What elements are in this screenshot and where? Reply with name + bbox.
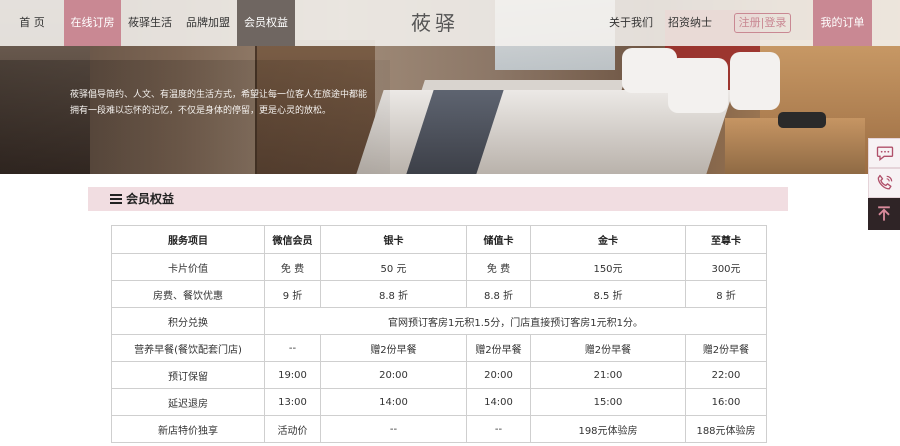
table-cell: 积分兑换 [111, 307, 265, 335]
table-cell: 21:00 [530, 361, 686, 389]
table-cell: 预订保留 [111, 361, 265, 389]
nav-franchise[interactable]: 品牌加盟 [179, 0, 237, 46]
side-float-toolbar [868, 138, 900, 230]
table-cell: 20:00 [466, 361, 531, 389]
table-cell: -- [320, 415, 467, 443]
chat-icon [876, 146, 893, 162]
table-cell: 赠2份早餐 [685, 334, 767, 362]
table-cell: 8 折 [685, 280, 767, 308]
table-cell: 188元体验房 [685, 415, 767, 443]
table-row: 营养早餐(餐饮配套门店) -- 赠2份早餐 赠2份早餐 赠2份早餐 赠2份早餐 [111, 334, 767, 362]
back-to-top-button[interactable] [868, 198, 900, 230]
table-cell: 13:00 [264, 388, 321, 416]
table-cell: 8.5 折 [530, 280, 686, 308]
table-cell: 14:00 [320, 388, 467, 416]
table-header-row: 服务项目 微信会员 银卡 储值卡 金卡 至尊卡 [111, 225, 767, 254]
table-cell: 50 元 [320, 253, 467, 281]
table-cell: -- [264, 334, 321, 362]
table-row: 房费、餐饮优惠 9 折 8.8 折 8.8 折 8.5 折 8 折 [111, 280, 767, 308]
table-cell: 赠2份早餐 [530, 334, 686, 362]
table-cell-merged: 官网预订客房1元积1.5分，门店直接预订客房1元积1分。 [264, 307, 767, 335]
table-cell: 活动价 [264, 415, 321, 443]
table-cell: 15:00 [530, 388, 686, 416]
table-cell: 150元 [530, 253, 686, 281]
brand-logo[interactable]: 莜驿 [380, 2, 490, 44]
table-cell: 198元体验房 [530, 415, 686, 443]
hero-tagline: 莜驿倡导简约、人文、有温度的生活方式，希望让每一位客人在旅途中都能 拥有一段难以… [70, 87, 370, 119]
hero-pillow [730, 52, 780, 110]
nav-home[interactable]: 首 页 [0, 0, 64, 46]
table-cell: 免 费 [264, 253, 321, 281]
nav-online-booking[interactable]: 在线订房 [64, 0, 121, 46]
table-row: 预订保留 19:00 20:00 20:00 21:00 22:00 [111, 361, 767, 389]
table-row: 积分兑换 官网预订客房1元积1.5分，门店直接预订客房1元积1分。 [111, 307, 767, 335]
table-cell: 免 费 [466, 253, 531, 281]
table-cell: 营养早餐(餐饮配套门店) [111, 334, 265, 362]
table-cell: 房费、餐饮优惠 [111, 280, 265, 308]
column-header: 微信会员 [264, 225, 321, 254]
column-header: 银卡 [320, 225, 467, 254]
table-cell: 赠2份早餐 [466, 334, 531, 362]
section-title: 会员权益 [126, 192, 175, 206]
section-header: 会员权益 [88, 187, 788, 211]
phone-contact-button[interactable] [868, 168, 900, 198]
brand-logo-text: 莜驿 [411, 11, 459, 35]
table-cell: 8.8 折 [320, 280, 467, 308]
table-cell: 延迟退房 [111, 388, 265, 416]
table-cell: 300元 [685, 253, 767, 281]
hero-telephone [778, 112, 826, 128]
table-cell: 20:00 [320, 361, 467, 389]
table-cell: 卡片价值 [111, 253, 265, 281]
hero-tagline-line1: 莜驿倡导简约、人文、有温度的生活方式，希望让每一位客人在旅途中都能 [70, 90, 368, 100]
hero-tagline-line2: 拥有一段难以忘怀的记忆，不仅是身体的停留，更是心灵的放松。 [70, 106, 332, 116]
list-icon [110, 194, 122, 204]
nav-investment[interactable]: 招资纳士 [660, 0, 720, 46]
hero-pillow [668, 58, 728, 113]
online-chat-button[interactable] [868, 138, 900, 168]
column-header: 至尊卡 [685, 225, 767, 254]
back-to-top-icon [878, 206, 890, 221]
table-row: 延迟退房 13:00 14:00 14:00 15:00 16:00 [111, 388, 767, 416]
member-benefits-table: 服务项目 微信会员 银卡 储值卡 金卡 至尊卡 卡片价值 免 费 50 元 免 … [111, 225, 767, 443]
table-cell: 16:00 [685, 388, 767, 416]
phone-icon [877, 174, 892, 190]
table-cell: 新店特价独享 [111, 415, 265, 443]
nav-about[interactable]: 关于我们 [604, 0, 658, 46]
nav-my-orders[interactable]: 我的订单 [813, 0, 872, 46]
table-row: 新店特价独享 活动价 -- -- 198元体验房 188元体验房 [111, 415, 767, 443]
column-header: 金卡 [530, 225, 686, 254]
nav-living[interactable]: 莜驿生活 [121, 0, 179, 46]
table-cell: 9 折 [264, 280, 321, 308]
table-cell: 19:00 [264, 361, 321, 389]
table-cell: -- [466, 415, 531, 443]
column-header: 储值卡 [466, 225, 531, 254]
register-login-button[interactable]: 注册|登录 [734, 13, 791, 33]
table-cell: 22:00 [685, 361, 767, 389]
column-header: 服务项目 [111, 225, 265, 254]
table-row: 卡片价值 免 费 50 元 免 费 150元 300元 [111, 253, 767, 281]
table-cell: 14:00 [466, 388, 531, 416]
nav-member-benefits[interactable]: 会员权益 [237, 0, 295, 46]
top-nav: 首 页 在线订房 莜驿生活 品牌加盟 会员权益 莜驿 关于我们 招资纳士 注册|… [0, 0, 900, 46]
table-cell: 赠2份早餐 [320, 334, 467, 362]
table-cell: 8.8 折 [466, 280, 531, 308]
